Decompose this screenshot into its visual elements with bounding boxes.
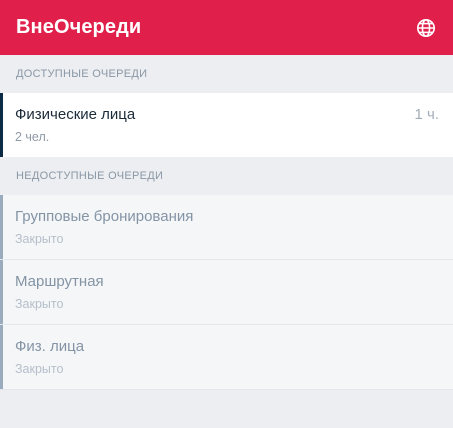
app-title: ВнеОчереди — [16, 16, 142, 38]
queue-item-group-bookings[interactable]: Групповые бронирования Закрыто — [0, 195, 453, 260]
queue-name: Физические лица — [15, 106, 136, 123]
queue-item-route[interactable]: Маршрутная Закрыто — [0, 260, 453, 325]
queue-item-physical-persons[interactable]: Физические лица 2 чел. 1 ч. — [0, 93, 453, 157]
queue-name: Групповые бронирования — [15, 208, 194, 225]
available-queues-header: ДОСТУПНЫЕ ОЧЕРЕДИ — [16, 68, 148, 80]
queue-people-count: 2 чел. — [15, 130, 50, 144]
queue-status: Закрыто — [15, 232, 64, 246]
app-header: ВнеОчереди — [0, 0, 453, 55]
unavailable-queues-header: НЕДОСТУПНЫЕ ОЧЕРЕДИ — [16, 170, 164, 182]
queue-status: Закрыто — [15, 297, 64, 311]
globe-icon[interactable] — [415, 17, 437, 39]
queue-name: Маршрутная — [15, 273, 104, 290]
queue-item-phys-persons[interactable]: Физ. лица Закрыто — [0, 325, 453, 390]
queue-name: Физ. лица — [15, 338, 85, 355]
queue-status: Закрыто — [15, 362, 64, 376]
queue-wait-time: 1 ч. — [414, 106, 440, 123]
